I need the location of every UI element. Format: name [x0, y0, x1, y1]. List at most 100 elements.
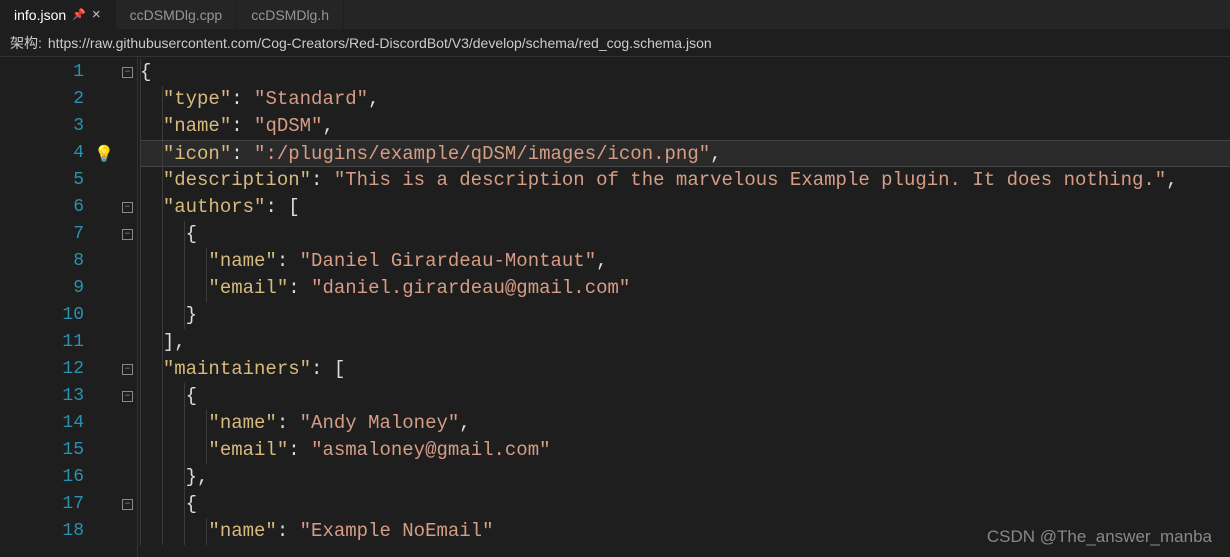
token-punc: , [322, 115, 333, 137]
fold-toggle-icon[interactable]: − [122, 364, 133, 375]
token-colon: : [231, 88, 254, 110]
code-line[interactable]: "maintainers": [ [140, 356, 1230, 383]
code-line[interactable]: "name": "qDSM", [140, 113, 1230, 140]
token-punc: , [197, 466, 208, 488]
code-line[interactable]: { [140, 383, 1230, 410]
line-number: 14 [0, 410, 84, 437]
line-number: 10 [0, 302, 84, 329]
schema-label: 架构: [10, 33, 42, 53]
editor[interactable]: 123456789101112131415161718 💡 −−−−−− { "… [0, 57, 1230, 557]
code-line[interactable]: "email": "asmaloney@gmail.com" [140, 437, 1230, 464]
token-str: ":/plugins/example/qDSM/images/icon.png" [254, 143, 710, 165]
token-str: "Andy Maloney" [300, 412, 460, 434]
close-icon[interactable]: × [92, 6, 101, 23]
fold-toggle-icon[interactable]: − [122, 202, 133, 213]
token-brace: } [186, 304, 197, 326]
line-number: 7 [0, 221, 84, 248]
tabs-bar: info.json 📌 × ccDSMDlg.cpp ccDSMDlg.h [0, 0, 1230, 30]
token-colon: : [288, 439, 311, 461]
token-key: "email" [208, 277, 288, 299]
line-number: 11 [0, 329, 84, 356]
code-line[interactable]: { [140, 59, 1230, 86]
token-key: "name" [208, 412, 276, 434]
token-brace: } [186, 466, 197, 488]
line-number: 6 [0, 194, 84, 221]
token-punc: , [596, 250, 607, 272]
token-str: "asmaloney@gmail.com" [311, 439, 550, 461]
token-colon: : [311, 358, 334, 380]
token-brace: { [140, 61, 151, 83]
line-number: 9 [0, 275, 84, 302]
tab-ccDSMDlg-cpp[interactable]: ccDSMDlg.cpp [116, 0, 238, 29]
schema-url[interactable]: https://raw.githubusercontent.com/Cog-Cr… [48, 35, 712, 51]
token-brace: ] [163, 331, 174, 353]
token-colon: : [277, 250, 300, 272]
line-number: 17 [0, 491, 84, 518]
code-line[interactable]: } [140, 302, 1230, 329]
token-punc: , [1166, 169, 1177, 191]
token-punc: , [368, 88, 379, 110]
token-str: "Example NoEmail" [300, 520, 494, 542]
code-line[interactable]: "icon": ":/plugins/example/qDSM/images/i… [140, 140, 1230, 167]
line-number: 3 [0, 113, 84, 140]
tab-label: ccDSMDlg.cpp [130, 7, 223, 23]
token-brace: { [186, 385, 197, 407]
code-line[interactable]: }, [140, 464, 1230, 491]
tab-label: ccDSMDlg.h [251, 7, 329, 23]
code-line[interactable]: "name": "Daniel Girardeau-Montaut", [140, 248, 1230, 275]
tab-ccDSMDlg-h[interactable]: ccDSMDlg.h [237, 0, 344, 29]
line-number: 15 [0, 437, 84, 464]
code-line[interactable]: "description": "This is a description of… [140, 167, 1230, 194]
token-str: "This is a description of the marvelous … [334, 169, 1166, 191]
watermark-text: CSDN @The_answer_manba [987, 527, 1212, 547]
line-number: 13 [0, 383, 84, 410]
tab-label: info.json [14, 7, 66, 23]
lightbulb-icon[interactable]: 💡 [94, 144, 114, 164]
token-key: "description" [163, 169, 311, 191]
token-punc: , [459, 412, 470, 434]
token-punc: , [174, 331, 185, 353]
token-colon: : [311, 169, 334, 191]
code-line[interactable]: "email": "daniel.girardeau@gmail.com" [140, 275, 1230, 302]
line-number: 18 [0, 518, 84, 545]
code-line[interactable]: ], [140, 329, 1230, 356]
token-colon: : [265, 196, 288, 218]
fold-toggle-icon[interactable]: − [122, 499, 133, 510]
token-key: "icon" [163, 143, 231, 165]
token-colon: : [231, 143, 254, 165]
line-number: 5 [0, 167, 84, 194]
token-brace: { [186, 223, 197, 245]
token-colon: : [277, 520, 300, 542]
code-line[interactable]: { [140, 491, 1230, 518]
code-area[interactable]: { "type": "Standard", "name": "qDSM", "i… [138, 57, 1230, 557]
token-key: "authors" [163, 196, 266, 218]
token-brace: [ [288, 196, 299, 218]
token-punc: , [710, 143, 721, 165]
token-str: "Standard" [254, 88, 368, 110]
line-number: 12 [0, 356, 84, 383]
tab-info-json[interactable]: info.json 📌 × [0, 0, 116, 29]
line-number-gutter: 123456789101112131415161718 [0, 57, 90, 557]
token-key: "name" [163, 115, 231, 137]
code-line[interactable]: "type": "Standard", [140, 86, 1230, 113]
fold-gutter: − − − − − − [118, 57, 138, 557]
code-line[interactable]: { [140, 221, 1230, 248]
pin-icon[interactable]: 📌 [72, 8, 86, 21]
code-line[interactable]: "name": "Andy Maloney", [140, 410, 1230, 437]
token-key: "type" [163, 88, 231, 110]
fold-toggle-icon[interactable]: − [122, 229, 133, 240]
code-line[interactable]: "authors": [ [140, 194, 1230, 221]
token-str: "qDSM" [254, 115, 322, 137]
token-key: "name" [208, 250, 276, 272]
line-number: 16 [0, 464, 84, 491]
token-key: "name" [208, 520, 276, 542]
token-colon: : [277, 412, 300, 434]
line-number: 2 [0, 86, 84, 113]
fold-toggle-icon[interactable]: − [122, 391, 133, 402]
line-number: 4 [0, 140, 84, 167]
line-number: 1 [0, 59, 84, 86]
token-str: "daniel.girardeau@gmail.com" [311, 277, 630, 299]
fold-toggle-icon[interactable]: − [122, 67, 133, 78]
token-brace: [ [334, 358, 345, 380]
token-key: "email" [208, 439, 288, 461]
